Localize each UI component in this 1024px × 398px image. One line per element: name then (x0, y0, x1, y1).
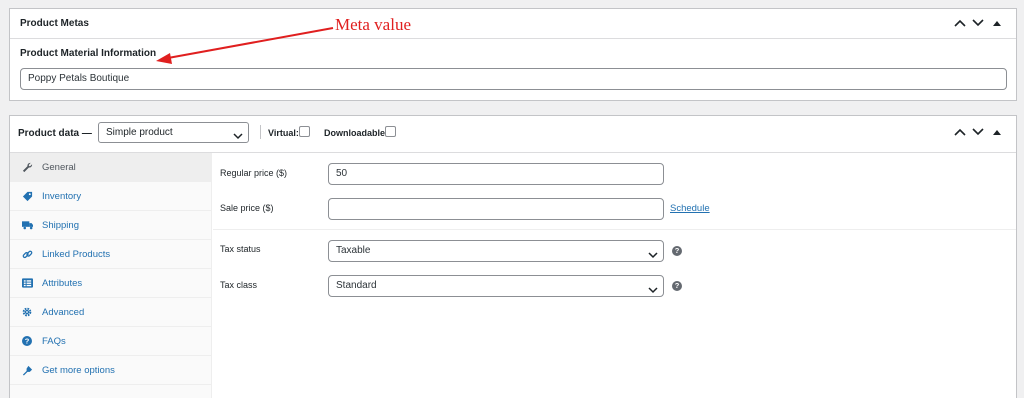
tag-icon (20, 191, 34, 202)
truck-icon (20, 220, 34, 230)
product-metas-title: Product Metas (20, 18, 89, 29)
sale-price-label: Sale price ($) (220, 203, 274, 213)
downloadable-label: Downloadable: (324, 128, 389, 138)
tab-label: Inventory (42, 190, 82, 202)
divider (213, 229, 1016, 230)
tab-label: Attributes (42, 277, 83, 289)
product-type-value: Simple product (106, 127, 173, 138)
tab-label: Linked Products (42, 248, 111, 260)
product-metas-box: Product Metas Product Material Informati… (9, 8, 1017, 101)
list-icon (20, 278, 34, 288)
toggle-panel-icon[interactable] (993, 20, 1001, 26)
product-data-title: Product data — (18, 128, 92, 139)
tab-label: Advanced (42, 306, 85, 318)
tab-shipping[interactable]: Shipping (10, 211, 212, 240)
product-material-input[interactable]: Poppy Petals Boutique (20, 68, 1007, 90)
tab-get-more-options[interactable]: Get more options (10, 356, 212, 385)
wrench-icon (20, 162, 34, 173)
product-data-tabs: General Inventory Shipping Linked Produc… (10, 153, 212, 398)
help-icon[interactable]: ? (672, 281, 682, 291)
tax-class-select[interactable]: Standard (328, 275, 664, 297)
question-icon: ? (20, 336, 34, 346)
plugin-icon (20, 365, 34, 376)
tab-attributes[interactable]: Attributes (10, 269, 212, 298)
link-icon (20, 249, 34, 260)
downloadable-checkbox[interactable] (385, 126, 396, 137)
tab-general[interactable]: General (10, 153, 212, 182)
gear-icon (20, 307, 34, 317)
move-up-icon[interactable] (954, 19, 966, 27)
tab-label: Get more options (42, 364, 115, 376)
metabox-controls (954, 19, 1001, 27)
tab-label: General (42, 161, 76, 173)
schedule-link[interactable]: Schedule (670, 203, 710, 214)
tax-status-select[interactable]: Taxable (328, 240, 664, 262)
tab-advanced[interactable]: Advanced (10, 298, 212, 327)
tab-label: FAQs (42, 335, 66, 347)
regular-price-label: Regular price ($) (220, 168, 288, 178)
chevron-down-icon (648, 247, 658, 267)
product-material-label: Product Material Information (20, 48, 157, 59)
tab-linked-products[interactable]: Linked Products (10, 240, 212, 269)
divider (10, 38, 1016, 39)
tab-label: Shipping (42, 219, 79, 231)
tab-inventory[interactable]: Inventory (10, 182, 212, 211)
sale-price-input[interactable] (328, 198, 664, 220)
chevron-down-icon (233, 128, 243, 147)
chevron-down-icon (648, 282, 658, 302)
product-data-box: Product data — Simple product Virtual: D… (9, 115, 1017, 398)
tax-status-label: Tax status (220, 244, 261, 254)
metabox-controls (954, 128, 1001, 136)
tax-status-value: Taxable (336, 245, 371, 256)
regular-price-input[interactable]: 50 (328, 163, 664, 185)
virtual-checkbox[interactable] (299, 126, 310, 137)
tab-faqs[interactable]: ? FAQs (10, 327, 212, 356)
move-down-icon[interactable] (972, 19, 984, 27)
move-up-icon[interactable] (954, 128, 966, 136)
help-icon[interactable]: ? (672, 246, 682, 256)
tax-class-value: Standard (336, 280, 377, 291)
divider (260, 125, 261, 139)
virtual-label: Virtual: (268, 128, 299, 138)
toggle-panel-icon[interactable] (993, 129, 1001, 135)
svg-text:?: ? (25, 337, 30, 346)
annotation-label: Meta value (335, 15, 411, 34)
product-type-select[interactable]: Simple product (98, 122, 249, 143)
tax-class-label: Tax class (220, 280, 258, 290)
move-down-icon[interactable] (972, 128, 984, 136)
